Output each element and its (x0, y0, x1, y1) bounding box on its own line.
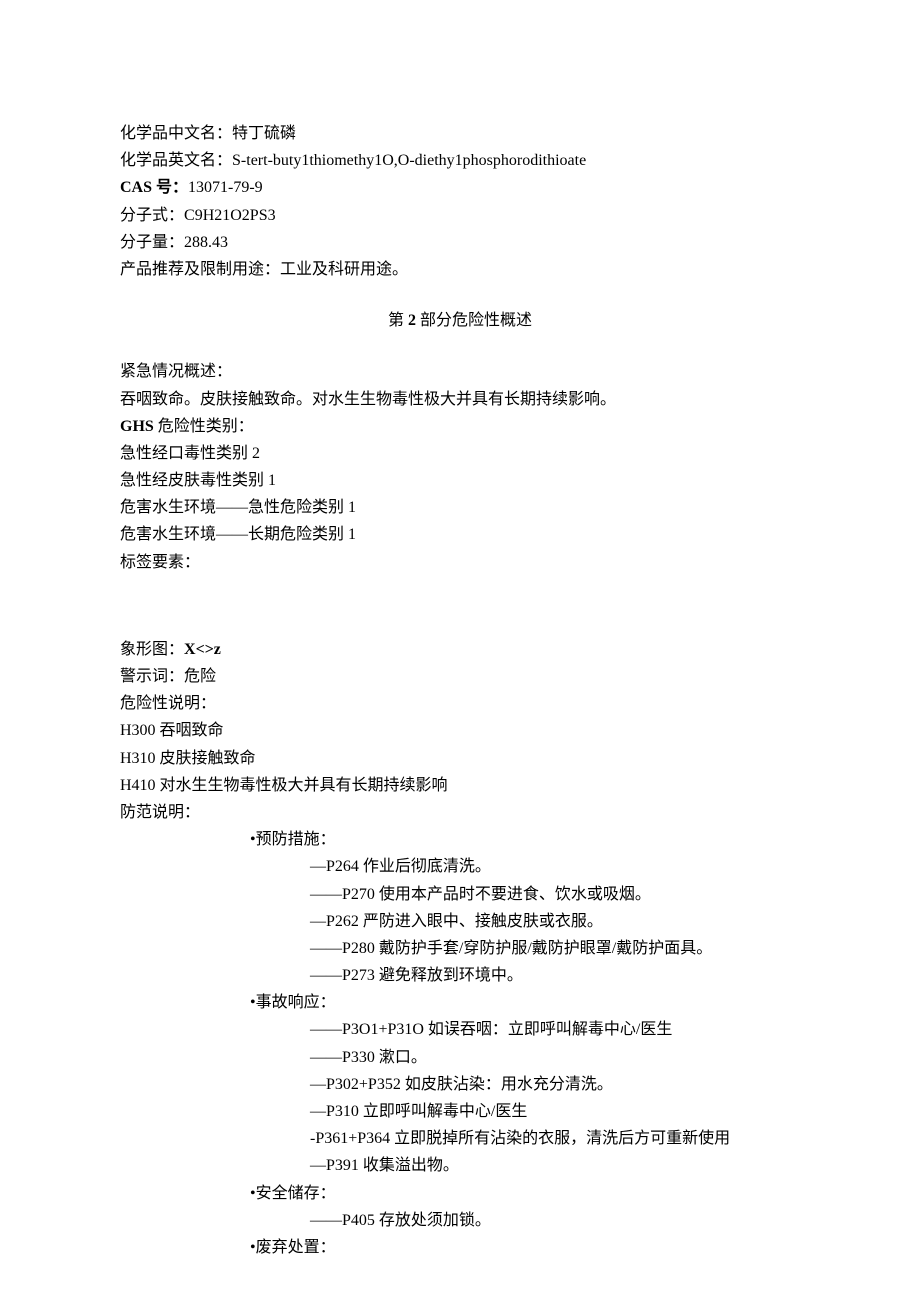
pictogram-label: 象形图： (120, 641, 184, 658)
signal-line: 警示词：危险 (120, 663, 800, 690)
formula-value: C9H21O2PS3 (184, 207, 276, 224)
ghs-category: 急性经口毒性类别 2 (120, 440, 800, 467)
precaution-item: —P264 作业后彻底清洗。 (120, 853, 800, 880)
precaution-item: ——P3O1+P31O 如误吞咽：立即呼叫解毒中心/医生 (120, 1016, 800, 1043)
name-cn-line: 化学品中文名：特丁硫磷 (120, 120, 800, 147)
precaution-item: ——P330 漱口。 (120, 1044, 800, 1071)
name-en-value: S-tert-buty1thiomethy1O,O-diethy1phospho… (232, 152, 586, 169)
precaution-group-title: •废弃处置： (120, 1234, 800, 1261)
precaution-item: —P262 严防进入眼中、接触皮肤或衣服。 (120, 908, 800, 935)
name-en-line: 化学品英文名：S-tert-buty1thiomethy1O,O-diethy1… (120, 147, 800, 174)
hazard-statement: H300 吞咽致命 (120, 717, 800, 744)
hazard-statement: H310 皮肤接触致命 (120, 745, 800, 772)
mw-line: 分子量：288.43 (120, 229, 800, 256)
name-en-label: 化学品英文名： (120, 152, 232, 169)
ghs-label-rest: 危险性类别： (154, 418, 254, 435)
ghs-label: GHS 危险性类别： (120, 413, 800, 440)
precaution-group-title: •事故响应： (120, 989, 800, 1016)
label-elements: 标签要素： (120, 549, 800, 576)
precaution-item: —P391 收集溢出物。 (120, 1152, 800, 1179)
section-2-number: 2 (408, 312, 416, 329)
precaution-item: ——P270 使用本产品时不要进食、饮水或吸烟。 (120, 881, 800, 908)
signal-value: 危险 (184, 668, 216, 685)
precaution-group-title: •安全储存： (120, 1180, 800, 1207)
emergency-label: 紧急情况概述： (120, 358, 800, 385)
cas-line: CAS 号：13071-79-9 (120, 174, 800, 201)
pictogram-value: X<>z (184, 641, 221, 658)
precaution-item: ——P273 避免释放到环境中。 (120, 962, 800, 989)
cas-label: CAS 号： (120, 179, 188, 196)
precaution-item: -P361+P364 立即脱掉所有沾染的衣服，清洗后方可重新使用 (120, 1125, 800, 1152)
haz-stmt-label: 危险性说明： (120, 690, 800, 717)
formula-label: 分子式： (120, 207, 184, 224)
use-value: 工业及科研用途。 (280, 261, 408, 278)
emergency-text: 吞咽致命。皮肤接触致命。对水生生物毒性极大并具有长期持续影响。 (120, 386, 800, 413)
precaution-group-title: •预防措施： (120, 826, 800, 853)
name-cn-label: 化学品中文名： (120, 125, 232, 142)
hazard-statement: H410 对水生生物毒性极大并具有长期持续影响 (120, 772, 800, 799)
section-2-suffix: 部分危险性概述 (416, 312, 532, 329)
mw-label: 分子量： (120, 234, 184, 251)
ghs-category: 危害水生环境——急性危险类别 1 (120, 494, 800, 521)
pictogram-line: 象形图：X<>z (120, 636, 800, 663)
name-cn-value: 特丁硫磷 (232, 125, 296, 142)
section-2-prefix: 第 (388, 312, 408, 329)
pictogram-gap (120, 576, 800, 636)
section-2-heading: 第 2 部分危险性概述 (120, 307, 800, 334)
ghs-category: 危害水生环境——长期危险类别 1 (120, 521, 800, 548)
use-line: 产品推荐及限制用途：工业及科研用途。 (120, 256, 800, 283)
cas-value: 13071-79-9 (188, 179, 263, 196)
precaution-item: ——P280 戴防护手套/穿防护服/戴防护眼罩/戴防护面具。 (120, 935, 800, 962)
mw-value: 288.43 (184, 234, 228, 251)
ghs-label-bold: GHS (120, 418, 154, 435)
use-label: 产品推荐及限制用途： (120, 261, 280, 278)
precaution-item: —P310 立即呼叫解毒中心/医生 (120, 1098, 800, 1125)
formula-line: 分子式：C9H21O2PS3 (120, 202, 800, 229)
precaution-label: 防范说明： (120, 799, 800, 826)
signal-label: 警示词： (120, 668, 184, 685)
precaution-item: ——P405 存放处须加锁。 (120, 1207, 800, 1234)
precaution-item: —P302+P352 如皮肤沾染：用水充分清洗。 (120, 1071, 800, 1098)
ghs-category: 急性经皮肤毒性类别 1 (120, 467, 800, 494)
